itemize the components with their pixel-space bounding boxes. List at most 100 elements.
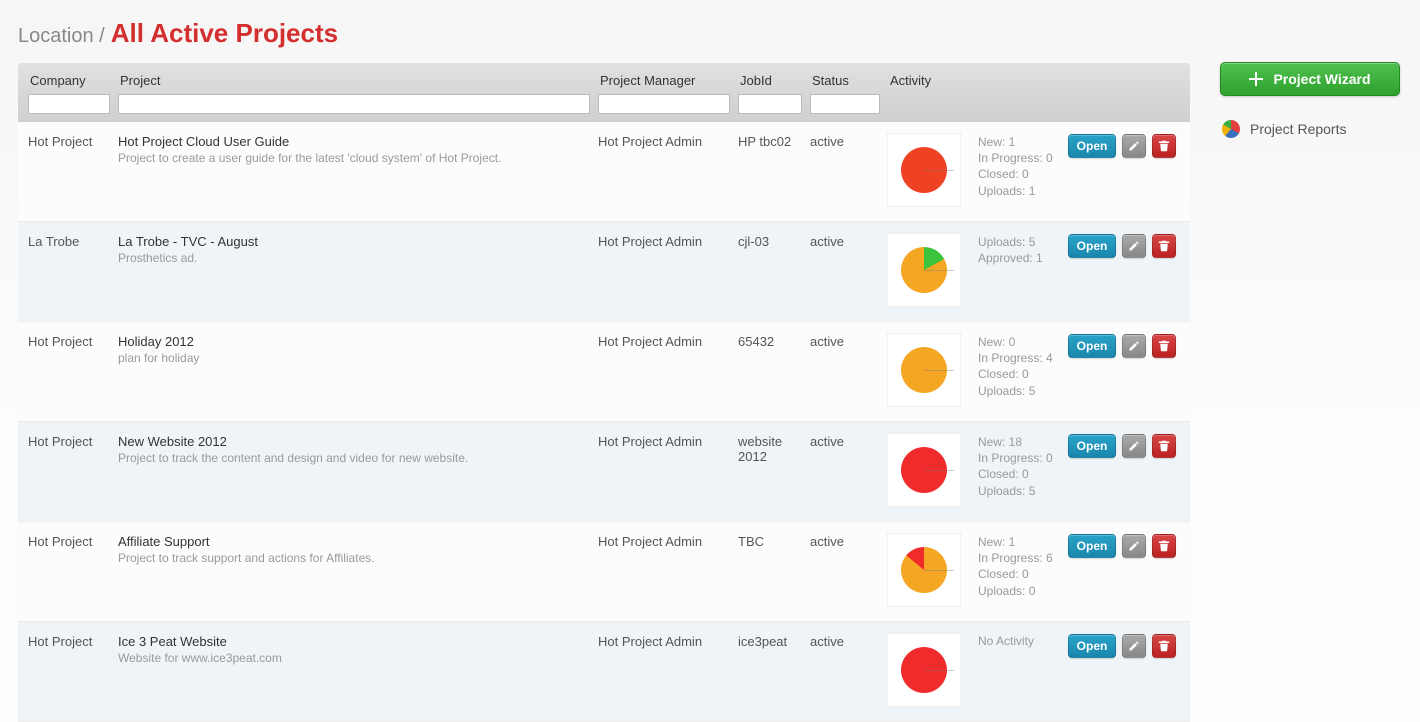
col-company-label: Company — [28, 69, 110, 90]
project-wizard-button[interactable]: Project Wizard — [1220, 62, 1400, 96]
open-button[interactable]: Open — [1068, 134, 1116, 158]
filter-status-input[interactable] — [810, 94, 880, 114]
cell-jobid: ice3peat — [734, 634, 806, 649]
cell-jobid: 65432 — [734, 334, 806, 349]
table-header: Company Project Project Manager JobId St… — [18, 63, 1190, 122]
cell-company: La Trobe — [24, 234, 114, 249]
open-button[interactable]: Open — [1068, 334, 1116, 358]
cell-status: active — [806, 234, 884, 249]
cell-activity — [884, 134, 974, 206]
delete-button[interactable] — [1152, 134, 1176, 158]
plus-icon — [1249, 72, 1263, 86]
project-title: Ice 3 Peat Website — [118, 634, 590, 649]
project-reports-label: Project Reports — [1250, 121, 1346, 137]
project-description: Website for www.ice3peat.com — [118, 651, 590, 665]
cell-manager: Hot Project Admin — [594, 234, 734, 249]
activity-summary: New: 1In Progress: 0Closed: 0Uploads: 1 — [978, 134, 1060, 199]
cell-activity — [884, 534, 974, 606]
cell-company: Hot Project — [24, 434, 114, 449]
pencil-icon — [1128, 640, 1140, 652]
table-row: Hot Project Ice 3 Peat Website Website f… — [18, 622, 1190, 722]
cell-company: Hot Project — [24, 634, 114, 649]
cell-status: active — [806, 634, 884, 649]
activity-summary: No Activity — [978, 634, 1060, 648]
edit-button[interactable] — [1122, 634, 1146, 658]
cell-manager: Hot Project Admin — [594, 534, 734, 549]
cell-activity — [884, 334, 974, 406]
project-description: Project to track support and actions for… — [118, 551, 590, 565]
breadcrumb-location: Location / — [18, 25, 105, 48]
table-row: Hot Project New Website 2012 Project to … — [18, 422, 1190, 522]
activity-pie-icon — [901, 147, 947, 193]
cell-status: active — [806, 334, 884, 349]
cell-status: active — [806, 434, 884, 449]
col-manager-label: Project Manager — [598, 69, 730, 90]
project-description: plan for holiday — [118, 351, 590, 365]
table-row: Hot Project Holiday 2012 plan for holida… — [18, 322, 1190, 422]
open-button[interactable]: Open — [1068, 234, 1116, 258]
cell-jobid: TBC — [734, 534, 806, 549]
activity-pie-icon — [901, 347, 947, 393]
table-row: Hot Project Affiliate Support Project to… — [18, 522, 1190, 622]
delete-button[interactable] — [1152, 434, 1176, 458]
cell-project: La Trobe - TVC - August Prosthetics ad. — [114, 234, 594, 265]
pencil-icon — [1128, 540, 1140, 552]
table-row: La Trobe La Trobe - TVC - August Prosthe… — [18, 222, 1190, 322]
cell-project: Affiliate Support Project to track suppo… — [114, 534, 594, 565]
pencil-icon — [1128, 440, 1140, 452]
cell-manager: Hot Project Admin — [594, 434, 734, 449]
project-title: La Trobe - TVC - August — [118, 234, 590, 249]
delete-button[interactable] — [1152, 334, 1176, 358]
pencil-icon — [1128, 240, 1140, 252]
table-row: Hot Project Hot Project Cloud User Guide… — [18, 122, 1190, 222]
activity-pie-icon — [901, 647, 947, 693]
delete-button[interactable] — [1152, 534, 1176, 558]
trash-icon — [1158, 540, 1170, 552]
cell-company: Hot Project — [24, 134, 114, 149]
delete-button[interactable] — [1152, 234, 1176, 258]
cell-status: active — [806, 534, 884, 549]
activity-pie-icon — [901, 547, 947, 593]
edit-button[interactable] — [1122, 234, 1146, 258]
edit-button[interactable] — [1122, 534, 1146, 558]
filter-project-input[interactable] — [118, 94, 590, 114]
activity-summary: New: 18In Progress: 0Closed: 0Uploads: 5 — [978, 434, 1060, 499]
page-title: All Active Projects — [111, 18, 338, 49]
cell-activity — [884, 634, 974, 706]
cell-project: Hot Project Cloud User Guide Project to … — [114, 134, 594, 165]
open-button[interactable]: Open — [1068, 434, 1116, 458]
cell-manager: Hot Project Admin — [594, 334, 734, 349]
edit-button[interactable] — [1122, 134, 1146, 158]
cell-company: Hot Project — [24, 534, 114, 549]
cell-jobid: cjl-03 — [734, 234, 806, 249]
trash-icon — [1158, 440, 1170, 452]
filter-company-input[interactable] — [28, 94, 110, 114]
delete-button[interactable] — [1152, 634, 1176, 658]
project-reports-link[interactable]: Project Reports — [1220, 114, 1400, 144]
filter-jobid-input[interactable] — [738, 94, 802, 114]
cell-jobid: HP tbc02 — [734, 134, 806, 149]
project-title: Hot Project Cloud User Guide — [118, 134, 590, 149]
cell-status: active — [806, 134, 884, 149]
activity-summary: New: 0In Progress: 4Closed: 0Uploads: 5 — [978, 334, 1060, 399]
project-title: Affiliate Support — [118, 534, 590, 549]
filter-manager-input[interactable] — [598, 94, 730, 114]
edit-button[interactable] — [1122, 434, 1146, 458]
cell-activity — [884, 434, 974, 506]
open-button[interactable]: Open — [1068, 534, 1116, 558]
pencil-icon — [1128, 340, 1140, 352]
col-project-label: Project — [118, 69, 590, 90]
project-wizard-label: Project Wizard — [1273, 71, 1370, 87]
project-description: Prosthetics ad. — [118, 251, 590, 265]
open-button[interactable]: Open — [1068, 634, 1116, 658]
pencil-icon — [1128, 140, 1140, 152]
cell-activity — [884, 234, 974, 306]
col-status-label: Status — [810, 69, 880, 90]
edit-button[interactable] — [1122, 334, 1146, 358]
project-description: Project to create a user guide for the l… — [118, 151, 590, 165]
cell-project: Ice 3 Peat Website Website for www.ice3p… — [114, 634, 594, 665]
cell-project: Holiday 2012 plan for holiday — [114, 334, 594, 365]
cell-company: Hot Project — [24, 334, 114, 349]
project-title: Holiday 2012 — [118, 334, 590, 349]
project-title: New Website 2012 — [118, 434, 590, 449]
